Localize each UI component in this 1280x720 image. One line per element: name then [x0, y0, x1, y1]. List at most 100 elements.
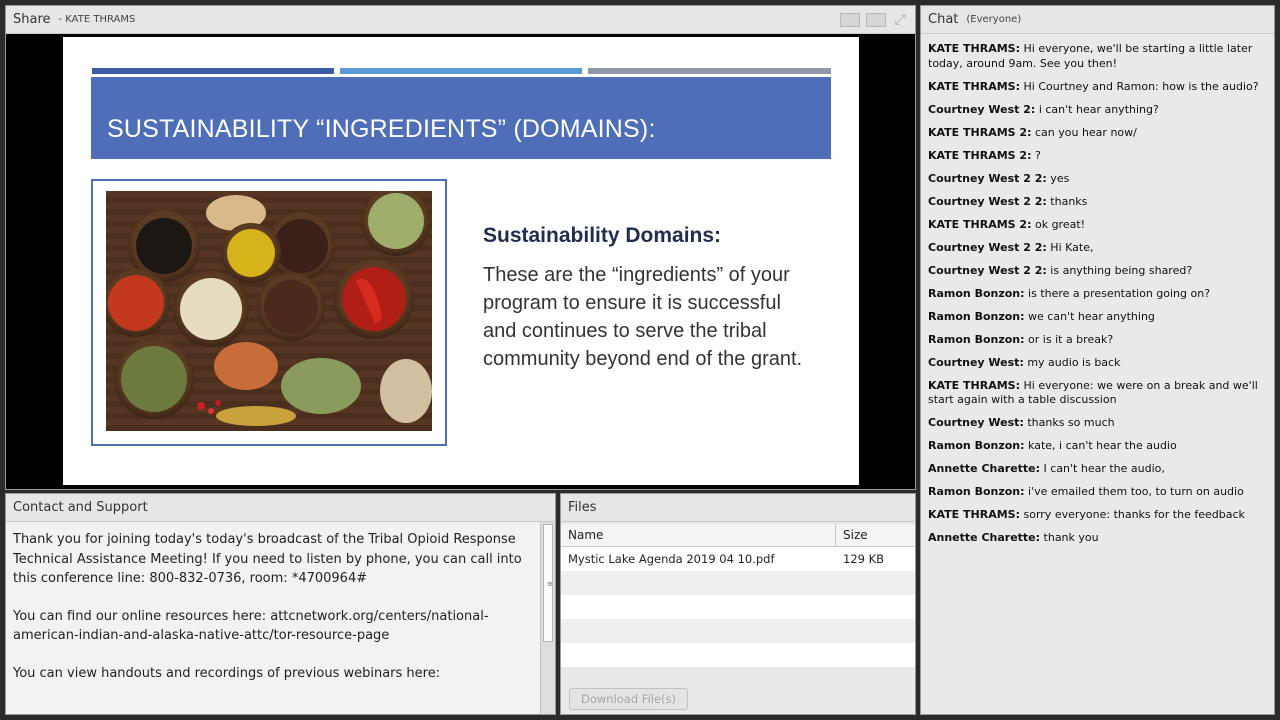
- chat-sender: KATE THRAMS:: [928, 42, 1020, 55]
- chat-text: thanks so much: [1023, 416, 1115, 429]
- share-pod-title: Share: [13, 12, 51, 27]
- fullscreen-icon[interactable]: ⤢: [892, 12, 908, 28]
- chat-text: is there a presentation going on?: [1024, 286, 1211, 300]
- chat-sender: KATE THRAMS:: [928, 79, 1020, 93]
- table-row[interactable]: Mystic Lake Agenda 2019 04 10.pdf 129 KB: [561, 547, 915, 571]
- chat-message: Courtney West: my audio is back: [928, 356, 1267, 371]
- view-fit-icon[interactable]: [866, 12, 886, 27]
- chat-text: i can't hear anything?: [1035, 102, 1159, 116]
- spice-bowls-image: [106, 191, 432, 431]
- chat-text: Hi Kate,: [1046, 240, 1094, 254]
- chat-sender: Courtney West 2 2:: [928, 171, 1047, 185]
- chat-sender: Courtney West 2 2:: [928, 194, 1047, 208]
- chat-sender: KATE THRAMS 2:: [928, 148, 1032, 162]
- chat-text: we can't hear anything: [1024, 309, 1155, 323]
- chat-sender: Courtney West 2 2:: [928, 240, 1047, 254]
- chat-message: Annette Charette: I can't hear the audio…: [928, 462, 1267, 477]
- chat-sender: Ramon Bonzon:: [928, 485, 1025, 498]
- download-files-button[interactable]: Download File(s): [569, 688, 688, 710]
- chat-message: KATE THRAMS 2: can you hear now/: [928, 126, 1267, 141]
- chat-message: Ramon Bonzon: is there a presentation go…: [928, 287, 1267, 302]
- files-pod: Files Name Size Mystic Lake Agenda 2019 …: [560, 493, 916, 715]
- contact-notes: Thank you for joining today's today's br…: [6, 522, 541, 714]
- chat-text: i've emailed them too, to turn on audio: [1024, 485, 1244, 498]
- file-size: 129 KB: [843, 552, 885, 566]
- chat-text: or is it a break?: [1024, 332, 1114, 346]
- column-header-name[interactable]: Name: [561, 524, 836, 546]
- files-table: Name Size Mystic Lake Agenda 2019 04 10.…: [561, 524, 915, 667]
- chat-pod: Chat (Everyone) KATE THRAMS: Hi everyone…: [920, 5, 1275, 715]
- grip-icon: ≡: [547, 580, 553, 588]
- share-pod: Share - KATE THRAMS ⤢ SUSTAINABILITY “IN…: [5, 5, 916, 490]
- contact-pod-header: Contact and Support: [6, 494, 555, 522]
- chat-text: can you hear now/: [1031, 125, 1137, 139]
- chat-sender: KATE THRAMS 2:: [928, 125, 1032, 139]
- presenter-name: - KATE THRAMS: [58, 14, 136, 25]
- table-row: [561, 619, 915, 643]
- share-pod-header: Share - KATE THRAMS ⤢: [6, 6, 915, 34]
- chat-text: kate, i can't hear the audio: [1024, 439, 1177, 452]
- chat-message: KATE THRAMS 2: ?: [928, 149, 1267, 164]
- chat-message: KATE THRAMS: sorry everyone: thanks for …: [928, 508, 1267, 523]
- chat-text: is anything being shared?: [1046, 263, 1193, 277]
- share-stage: SUSTAINABILITY “INGREDIENTS” (DOMAINS):: [6, 34, 915, 489]
- slide-stripe: [340, 68, 582, 74]
- contact-support-pod: Contact and Support Thank you for joinin…: [5, 493, 556, 715]
- presentation-slide: SUSTAINABILITY “INGREDIENTS” (DOMAINS):: [63, 37, 859, 485]
- slide-stripe: [92, 68, 334, 74]
- files-pod-header: Files: [561, 494, 915, 522]
- view-normal-icon[interactable]: [840, 12, 860, 27]
- chat-sender: Courtney West 2 2:: [928, 263, 1047, 277]
- chat-message: Ramon Bonzon: i've emailed them too, to …: [928, 485, 1267, 500]
- chat-message: Annette Charette: thank you: [928, 531, 1267, 546]
- chat-message: Courtney West 2 2: Hi Kate,: [928, 241, 1267, 256]
- chat-audience: (Everyone): [966, 14, 1022, 25]
- table-row: [561, 571, 915, 595]
- chat-text: I can't hear the audio,: [1040, 462, 1165, 475]
- chat-text: ?: [1031, 148, 1041, 162]
- chat-message: Courtney West 2 2: yes: [928, 172, 1267, 187]
- files-table-header: Name Size: [561, 524, 915, 547]
- chat-message: Ramon Bonzon: or is it a break?: [928, 333, 1267, 348]
- file-name: Mystic Lake Agenda 2019 04 10.pdf: [568, 552, 775, 566]
- chat-message: Ramon Bonzon: kate, i can't hear the aud…: [928, 439, 1267, 454]
- chat-text: sorry everyone: thanks for the feedback: [1020, 508, 1245, 521]
- chat-sender: Ramon Bonzon:: [928, 286, 1025, 300]
- contact-pod-title: Contact and Support: [13, 500, 148, 515]
- chat-text: yes: [1046, 171, 1070, 185]
- chat-message: Courtney West 2 2: thanks: [928, 195, 1267, 210]
- slide-title: SUSTAINABILITY “INGREDIENTS” (DOMAINS):: [107, 115, 656, 143]
- chat-message: KATE THRAMS: Hi Courtney and Ramon: how …: [928, 80, 1267, 95]
- chat-text: Hi Courtney and Ramon: how is the audio?: [1020, 79, 1259, 93]
- chat-sender: Ramon Bonzon:: [928, 439, 1025, 452]
- column-header-size[interactable]: Size: [836, 524, 915, 546]
- slide-title-band: SUSTAINABILITY “INGREDIENTS” (DOMAINS):: [91, 77, 831, 159]
- chat-pod-header: Chat (Everyone): [921, 6, 1274, 34]
- chat-text: thanks: [1046, 194, 1088, 208]
- chat-text: thank you: [1040, 531, 1099, 544]
- chat-sender: Ramon Bonzon:: [928, 332, 1025, 346]
- table-row: [561, 595, 915, 619]
- chat-sender: KATE THRAMS 2:: [928, 217, 1032, 231]
- chat-sender: Annette Charette:: [928, 531, 1041, 544]
- chat-message: Courtney West 2 2: is anything being sha…: [928, 264, 1267, 279]
- files-pod-title: Files: [568, 500, 597, 515]
- contact-paragraph: You can view handouts and recordings of …: [13, 665, 441, 681]
- table-row: [561, 643, 915, 667]
- contact-paragraph: Thank you for joining today's today's br…: [13, 532, 522, 586]
- chat-sender: KATE THRAMS:: [928, 508, 1020, 521]
- chat-sender: Courtney West 2:: [928, 102, 1036, 116]
- chat-message: Ramon Bonzon: we can't hear anything: [928, 310, 1267, 325]
- scrollbar-thumb[interactable]: ≡: [543, 524, 553, 642]
- chat-pod-title: Chat: [928, 12, 959, 27]
- contact-scrollbar[interactable]: ≡: [540, 522, 555, 714]
- share-controls: ⤢: [840, 12, 908, 28]
- chat-message: Courtney West 2: i can't hear anything?: [928, 103, 1267, 118]
- chat-sender: Ramon Bonzon:: [928, 309, 1025, 323]
- contact-paragraph: You can find our online resources here: …: [13, 608, 489, 644]
- chat-sender: Courtney West:: [928, 355, 1024, 369]
- slide-heading: Sustainability Domains:: [483, 224, 722, 247]
- chat-message: KATE THRAMS 2: ok great!: [928, 218, 1267, 233]
- chat-message: KATE THRAMS: Hi everyone, we'll be start…: [928, 42, 1267, 71]
- chat-messages: KATE THRAMS: Hi everyone, we'll be start…: [921, 42, 1274, 554]
